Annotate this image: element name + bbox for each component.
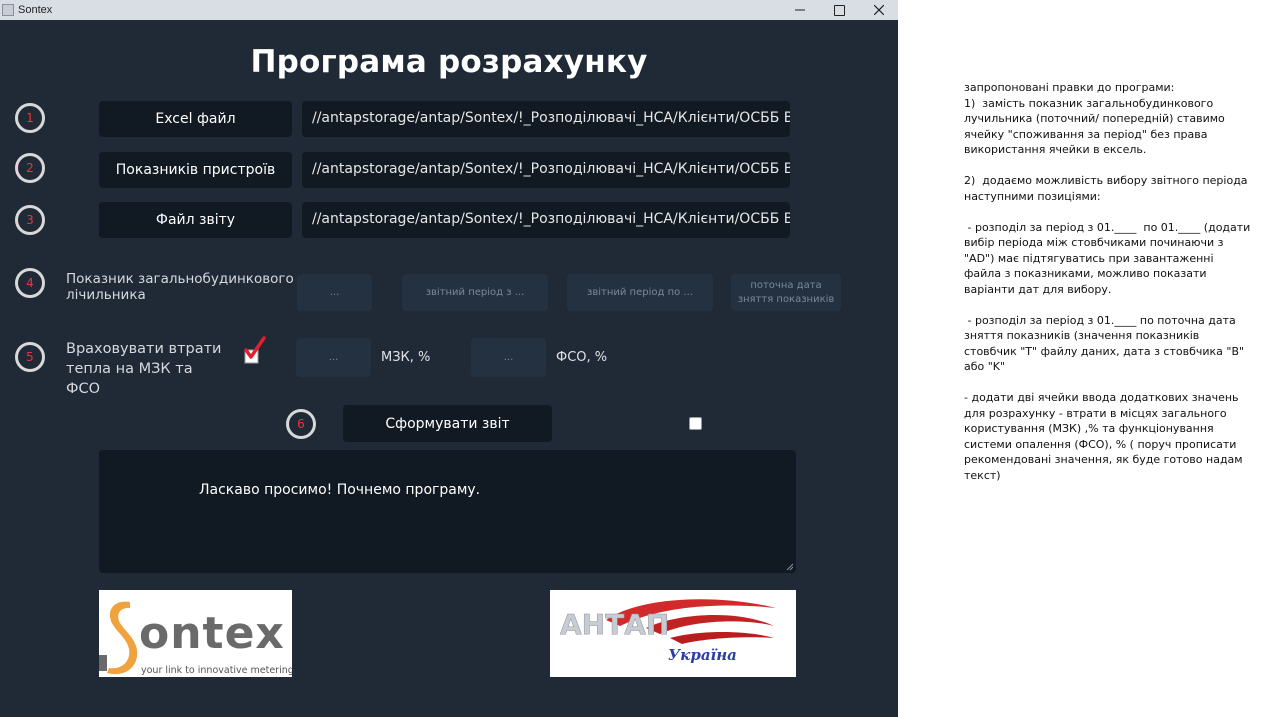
sontex-logo: ontex your link to innovative metering xyxy=(99,590,292,677)
excel-file-button[interactable]: Excel файл xyxy=(99,101,292,137)
notes-paragraph: - розподіл за період з 01.____ по поточн… xyxy=(964,313,1248,374)
notes-paragraph xyxy=(964,297,1254,313)
device-readings-button[interactable]: Показників пристроїв xyxy=(99,152,292,188)
step-4-marker: 4 xyxy=(15,268,45,298)
notes-paragraph: 1) замість показник загальнобудинкового … xyxy=(964,96,1229,157)
report-file-path-field[interactable]: //antapstorage/antap/Sontex/!_Розподілюв… xyxy=(302,202,790,238)
step-5-marker: 5 xyxy=(15,342,45,372)
page-title: Програма розрахунку xyxy=(250,44,648,80)
generate-option-checkbox[interactable] xyxy=(689,417,702,430)
antap-logo-graphic: АНТАП Україна xyxy=(560,599,776,664)
welcome-message: Ласкаво просимо! Почнемо програму. xyxy=(199,482,481,498)
step-3-marker: 3 xyxy=(15,205,45,235)
notes-panel: запропоновані правки до програми: 1) зам… xyxy=(964,80,1254,483)
app-icon xyxy=(2,4,14,16)
notes-paragraph: 2) додаємо можливість вибору звітного пе… xyxy=(964,174,1252,203)
red-check-icon xyxy=(244,336,266,359)
title-bar: Sontex xyxy=(0,0,898,20)
step-1-marker: 1 xyxy=(15,103,45,133)
meter-reading-input[interactable]: ... xyxy=(297,274,372,311)
notes-paragraph xyxy=(964,375,1254,391)
notes-paragraph xyxy=(964,204,1254,220)
excel-file-path-field[interactable]: //antapstorage/antap/Sontex/!_Розподілюв… xyxy=(302,101,790,137)
sontex-wordmark: ontex xyxy=(139,608,285,659)
log-textarea[interactable]: Ласкаво просимо! Почнемо програму. xyxy=(99,450,796,573)
period-from-input[interactable]: звітний період з ... xyxy=(402,274,548,311)
sontex-logo-graphic: ontex your link to innovative metering xyxy=(99,601,292,676)
close-button[interactable] xyxy=(859,0,898,20)
mzk-input[interactable]: ... xyxy=(296,338,371,377)
fso-input[interactable]: ... xyxy=(471,338,546,377)
resize-grip-icon[interactable] xyxy=(786,563,794,571)
maximize-button[interactable] xyxy=(819,0,859,20)
heat-losses-checkbox[interactable] xyxy=(243,336,267,366)
notes-paragraph xyxy=(964,158,1254,174)
app-window: Sontex Програма розрахунку 1 Excel файл … xyxy=(0,0,898,717)
fso-label: ФСО, % xyxy=(556,350,608,365)
report-file-button[interactable]: Файл звіту xyxy=(99,202,292,238)
antap-logo: АНТАП Україна xyxy=(550,590,796,677)
maximize-icon xyxy=(833,4,845,16)
mzk-label: МЗК, % xyxy=(381,350,431,365)
antap-subtitle: Україна xyxy=(668,646,737,664)
window-title: Sontex xyxy=(18,4,53,16)
current-reading-date-input[interactable]: поточна дата зняття показників xyxy=(731,274,841,311)
heat-losses-label: Враховувати втрати тепла на МЗК та ФСО xyxy=(66,341,222,397)
close-icon xyxy=(874,5,884,15)
notes-paragraph: - розподіл за період з 01.____ по 01.___… xyxy=(964,220,1254,296)
notes-paragraph: - додати дві ячейки ввода додаткових зна… xyxy=(964,391,1247,482)
generate-report-button[interactable]: Сформувати звіт xyxy=(343,405,552,442)
period-to-input[interactable]: звітний період по ... xyxy=(567,274,713,311)
antap-wordmark: АНТАП xyxy=(560,608,669,641)
step-6-marker: 6 xyxy=(286,409,316,439)
notes-paragraph: запропоновані правки до програми: xyxy=(964,81,1175,94)
minimize-button[interactable] xyxy=(780,0,820,20)
meter-reading-label: Показник загальнобудинкового лічильника xyxy=(66,271,294,303)
sontex-tagline: your link to innovative metering xyxy=(141,665,292,676)
device-readings-path-field[interactable]: //antapstorage/antap/Sontex/!_Розподілюв… xyxy=(302,152,790,188)
step-2-marker: 2 xyxy=(15,153,45,183)
minimize-icon xyxy=(795,9,805,11)
